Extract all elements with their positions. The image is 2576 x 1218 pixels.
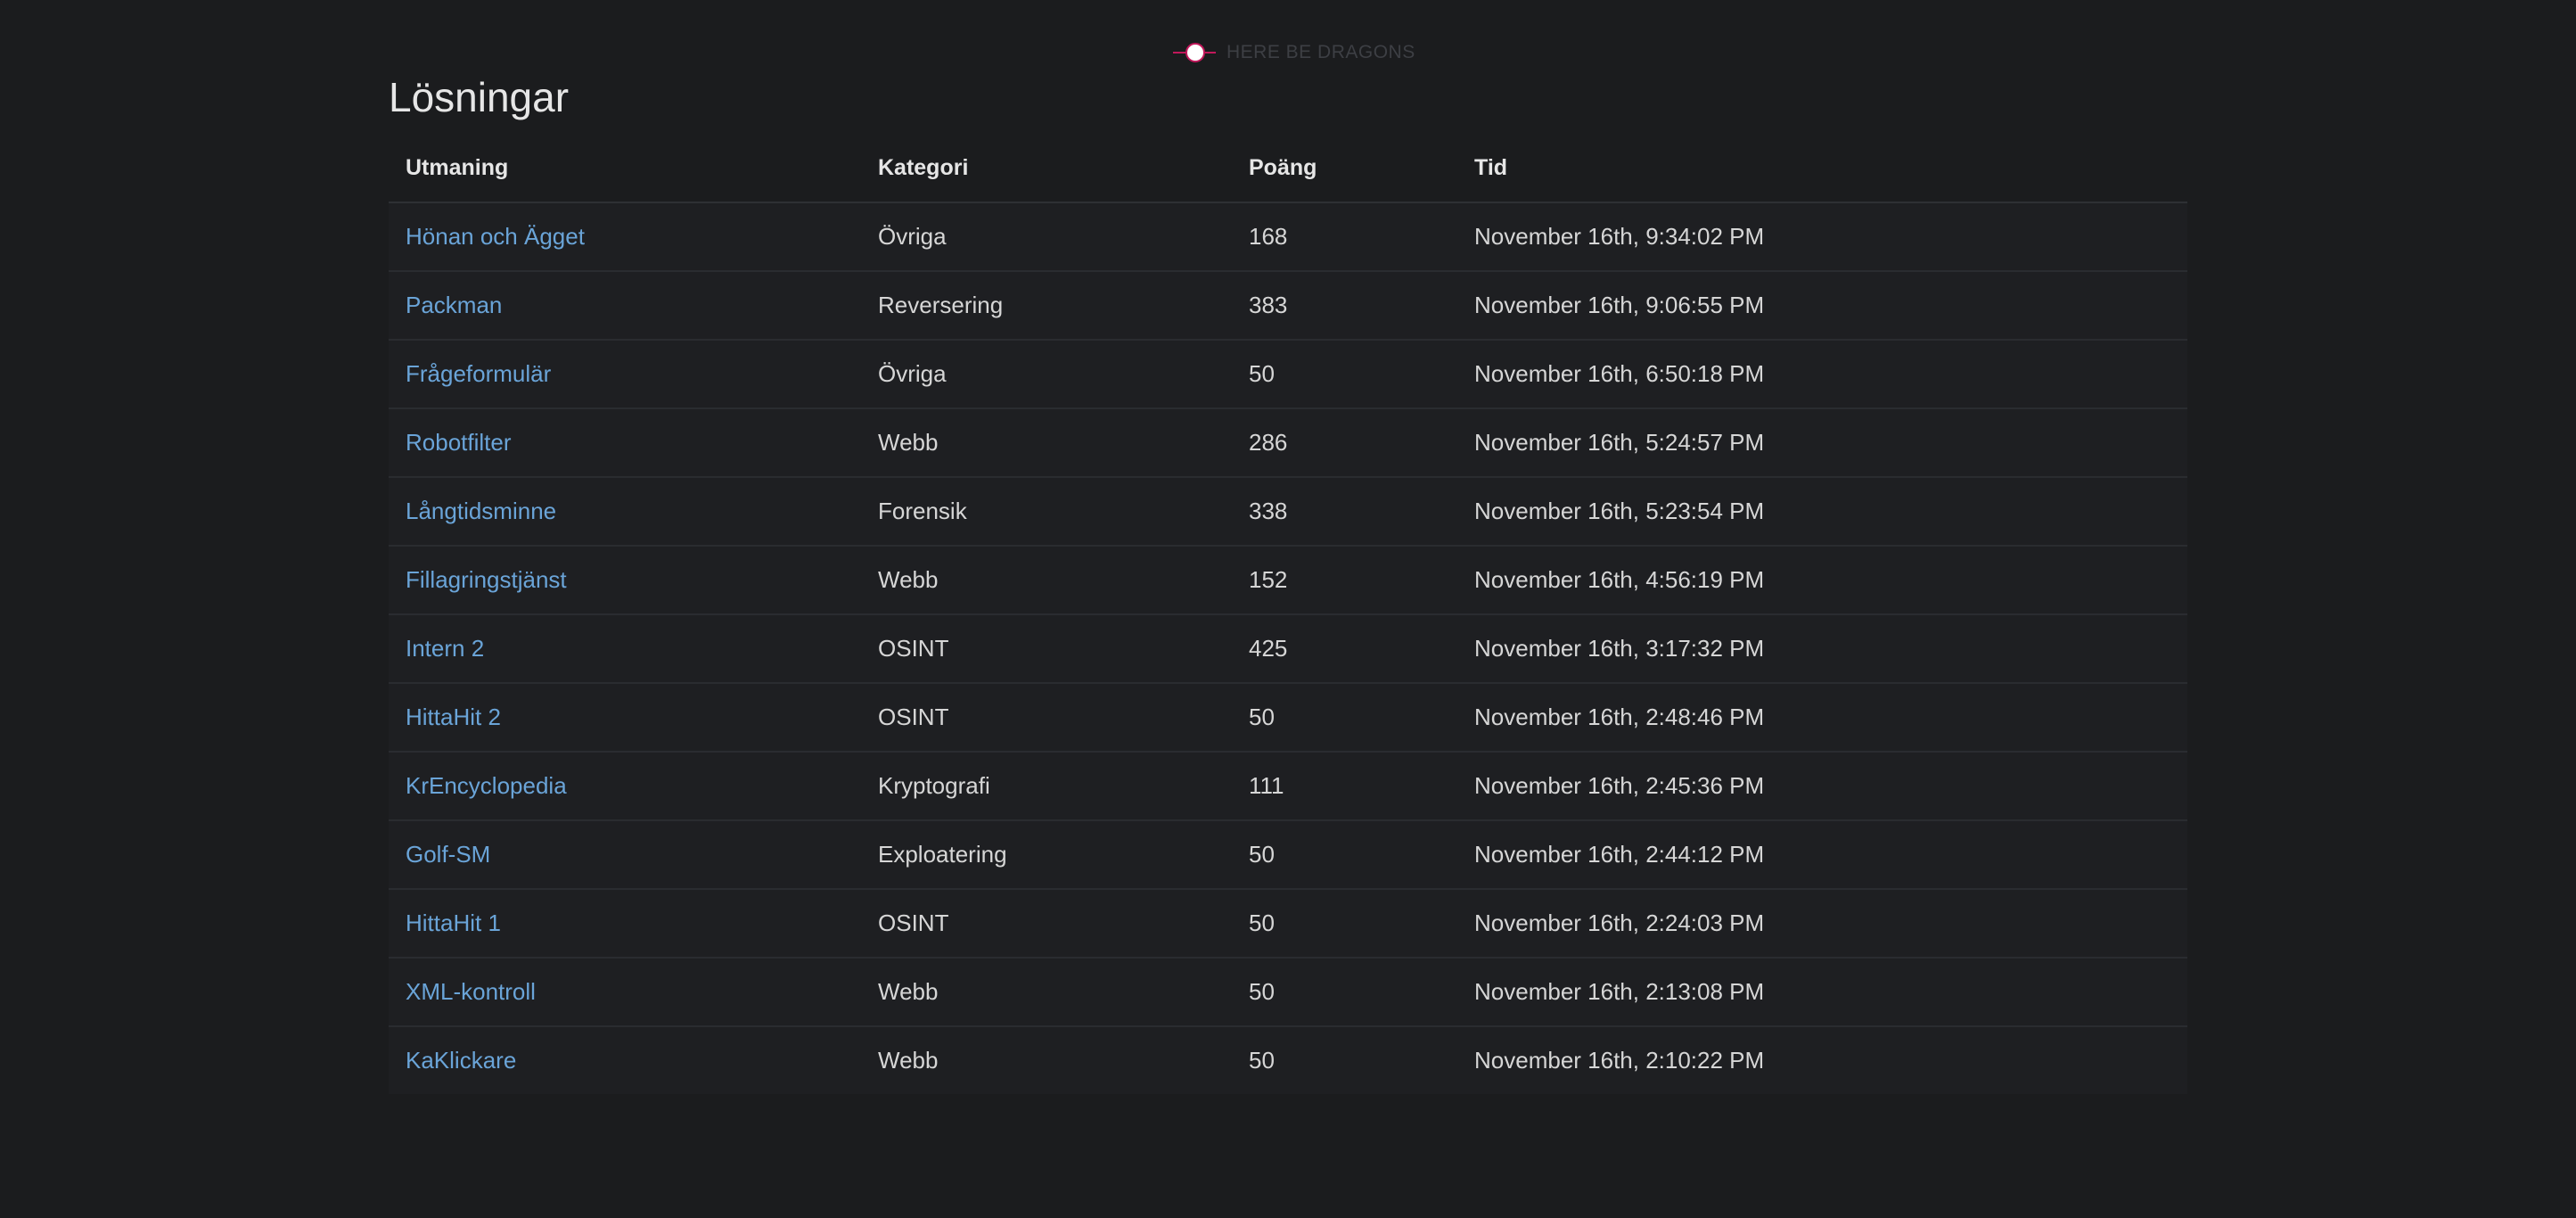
table-row: HittaHit 1 OSINT 50 November 16th, 2:24:03 … <box>389 889 2187 959</box>
challenge-cell: Intern 2 <box>389 614 861 684</box>
challenge-link[interactable]: Golf-SM <box>406 841 490 868</box>
time-cell: November 16th, 6:50:18 PM <box>1457 340 2187 409</box>
page-title: Lösningar <box>389 74 570 120</box>
challenge-link[interactable]: Långtidsminne <box>406 498 556 524</box>
points-cell: 50 <box>1232 683 1457 753</box>
category-cell: Exploatering <box>861 820 1232 890</box>
column-header-time: Tid <box>1457 134 2187 203</box>
time-cell: November 16th, 3:17:32 PM <box>1457 614 2187 684</box>
page: HERE BE DRAGONS Lösningar Utmaning Kateg… <box>0 0 2576 1218</box>
table-row: XML-kontroll Webb 50 November 16th, 2:13:08… <box>389 958 2187 1027</box>
challenge-cell: Robotfilter <box>389 408 861 478</box>
points-cell: 383 <box>1232 271 1457 341</box>
table-header-row: Utmaning Kategori Poäng Tid <box>389 134 2187 203</box>
time-cell: November 16th, 2:24:03 PM <box>1457 889 2187 959</box>
challenge-cell: HittaHit 1 <box>389 889 861 959</box>
challenge-link[interactable]: KrEncyclopedia <box>406 772 567 799</box>
challenge-link[interactable]: XML-kontroll <box>406 978 536 1005</box>
table-row: Hönan och Ägget Övriga 168 November 16th, 9… <box>389 202 2187 272</box>
challenge-link[interactable]: HittaHit 2 <box>406 704 501 730</box>
challenge-cell: HittaHit 2 <box>389 683 861 753</box>
time-cell: November 16th, 2:13:08 PM <box>1457 958 2187 1027</box>
table-row: Packman Reversering 383 November 16th, 9:06… <box>389 271 2187 341</box>
category-cell: Reversering <box>861 271 1232 341</box>
time-cell: November 16th, 4:56:19 PM <box>1457 546 2187 615</box>
time-cell: November 16th, 2:44:12 PM <box>1457 820 2187 890</box>
category-cell: Webb <box>861 408 1232 478</box>
category-cell: OSINT <box>861 889 1232 959</box>
challenge-cell: Packman <box>389 271 861 341</box>
points-cell: 50 <box>1232 1026 1457 1094</box>
category-cell: Webb <box>861 1026 1232 1094</box>
category-cell: OSINT <box>861 614 1232 684</box>
challenge-cell: Hönan och Ägget <box>389 202 861 272</box>
table-row: Fillagringstjänst Webb 152 November 16th, 4… <box>389 546 2187 615</box>
challenge-cell: KaKlickare <box>389 1026 861 1094</box>
challenge-link[interactable]: Intern 2 <box>406 635 484 662</box>
challenge-link[interactable]: KaKlickare <box>406 1047 516 1074</box>
solves-table-body: Hönan och Ägget Övriga 168 November 16th, 9… <box>389 202 2187 1094</box>
category-cell: Forensik <box>861 477 1232 547</box>
points-cell: 50 <box>1232 958 1457 1027</box>
table-row: KrEncyclopedia Kryptografi 111 November 16t… <box>389 752 2187 821</box>
challenge-cell: Frågeformulär <box>389 340 861 409</box>
challenge-link[interactable]: Packman <box>406 292 502 318</box>
points-cell: 168 <box>1232 202 1457 272</box>
challenge-cell: KrEncyclopedia <box>389 752 861 821</box>
challenge-cell: Fillagringstjänst <box>389 546 861 615</box>
table-row: Intern 2 OSINT 425 November 16th, 3:17:32 P… <box>389 614 2187 684</box>
points-cell: 50 <box>1232 889 1457 959</box>
column-header-category: Kategori <box>861 134 1232 203</box>
time-cell: November 16th, 2:45:36 PM <box>1457 752 2187 821</box>
points-cell: 338 <box>1232 477 1457 547</box>
challenge-link[interactable]: HittaHit 1 <box>406 909 501 936</box>
category-cell: Kryptografi <box>861 752 1232 821</box>
points-cell: 152 <box>1232 546 1457 615</box>
column-header-points: Poäng <box>1232 134 1457 203</box>
challenge-link[interactable]: Fillagringstjänst <box>406 566 567 593</box>
column-header-challenge: Utmaning <box>389 134 861 203</box>
table-row: Golf-SM Exploatering 50 November 16th, 2:44… <box>389 820 2187 890</box>
challenge-cell: Långtidsminne <box>389 477 861 547</box>
time-cell: November 16th, 2:10:22 PM <box>1457 1026 2187 1094</box>
points-cell: 50 <box>1232 340 1457 409</box>
category-cell: Webb <box>861 958 1232 1027</box>
table-row: KaKlickare Webb 50 November 16th, 2:10:22 P… <box>389 1026 2187 1094</box>
table-row: Frågeformulär Övriga 50 November 16th, 6:50… <box>389 340 2187 409</box>
table-row: Långtidsminne Forensik 338 November 16th, 5… <box>389 477 2187 547</box>
challenge-link[interactable]: Hönan och Ägget <box>406 223 585 250</box>
time-cell: November 16th, 2:48:46 PM <box>1457 683 2187 753</box>
challenge-link[interactable]: Robotfilter <box>406 429 512 456</box>
time-cell: November 16th, 5:24:57 PM <box>1457 408 2187 478</box>
logo-text: HERE BE DRAGONS <box>1226 42 1415 62</box>
site-logo[interactable]: HERE BE DRAGONS <box>1173 39 1415 66</box>
time-cell: November 16th, 9:06:55 PM <box>1457 271 2187 341</box>
category-cell: Övriga <box>861 340 1232 409</box>
challenge-cell: Golf-SM <box>389 820 861 890</box>
time-cell: November 16th, 5:23:54 PM <box>1457 477 2187 547</box>
time-cell: November 16th, 9:34:02 PM <box>1457 202 2187 272</box>
category-cell: Övriga <box>861 202 1232 272</box>
table-row: HittaHit 2 OSINT 50 November 16th, 2:48:46 … <box>389 683 2187 753</box>
challenge-link[interactable]: Frågeformulär <box>406 360 551 387</box>
points-cell: 425 <box>1232 614 1457 684</box>
dragon-logo-icon <box>1173 39 1216 66</box>
points-cell: 286 <box>1232 408 1457 478</box>
points-cell: 111 <box>1232 752 1457 821</box>
table-row: Robotfilter Webb 286 November 16th, 5:24:57… <box>389 408 2187 478</box>
challenge-cell: XML-kontroll <box>389 958 861 1027</box>
category-cell: OSINT <box>861 683 1232 753</box>
solves-table: Utmaning Kategori Poäng Tid Hönan och Äg… <box>389 134 2187 1094</box>
category-cell: Webb <box>861 546 1232 615</box>
points-cell: 50 <box>1232 820 1457 890</box>
